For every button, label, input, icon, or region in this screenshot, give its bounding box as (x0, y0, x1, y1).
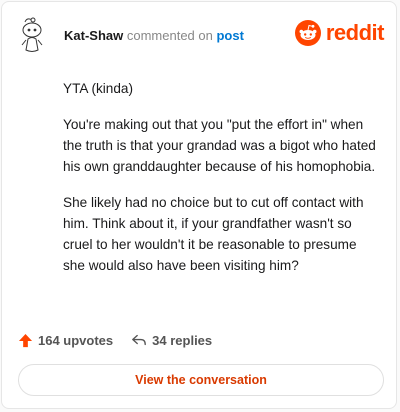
upvote-arrow-icon (18, 333, 33, 347)
reddit-brand[interactable]: reddit (294, 20, 385, 46)
reddit-logo-icon (294, 20, 321, 46)
reply-arrow-icon (132, 334, 147, 346)
replies-count: 34 replies (152, 332, 213, 348)
comment-stats: 164 upvotes 34 replies (18, 330, 212, 350)
comment-paragraph: She likely had no choice but to cut off … (63, 195, 364, 273)
comment-body: YTA (kinda) You're making out that you "… (63, 78, 379, 291)
comment-header: Kat-Shaw commented on post reddit (16, 16, 385, 54)
action-text: commented on (126, 28, 213, 43)
view-conversation-button[interactable]: View the conversation (18, 364, 384, 396)
comment-paragraph: You're making out that you "put the effo… (63, 117, 376, 174)
upvotes-count: 164 upvotes (38, 332, 114, 348)
replies-stat[interactable]: 34 replies (131, 333, 212, 348)
post-link[interactable]: post (216, 28, 243, 43)
author-name[interactable]: Kat-Shaw (64, 28, 123, 43)
comment-paragraph: YTA (kinda) (63, 81, 134, 96)
reddit-wordmark: reddit (325, 20, 385, 45)
comment-card: Kat-Shaw commented on post reddit YTA (k… (1, 1, 397, 409)
upvotes-stat[interactable]: 164 upvotes (18, 333, 113, 348)
snoo-avatar-icon[interactable] (16, 16, 52, 54)
comment-byline: Kat-Shaw commented on post (64, 28, 244, 43)
